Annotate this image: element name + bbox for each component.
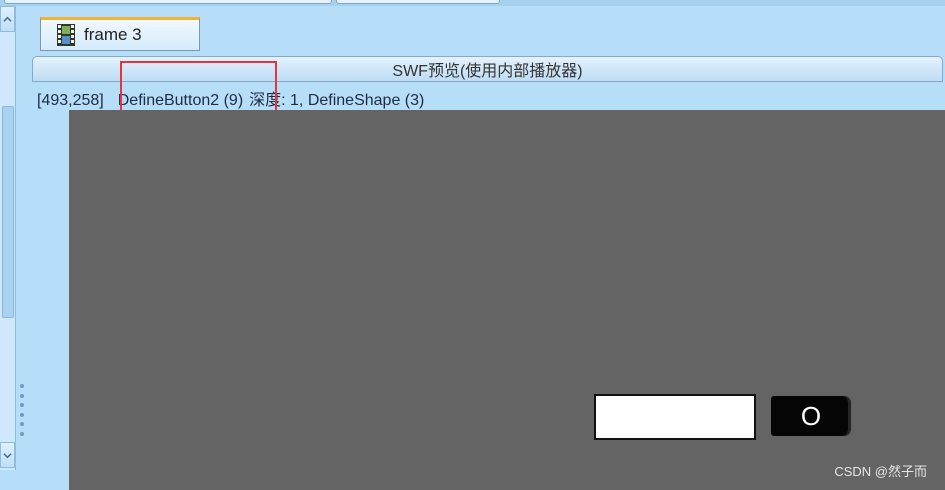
top-tab-left[interactable] [4, 0, 332, 4]
swf-text-input[interactable] [594, 394, 756, 440]
cursor-coordinates: [493,258] [37, 92, 104, 109]
splitter-grip[interactable] [19, 384, 25, 436]
scroll-down-button[interactable] [0, 442, 15, 468]
top-tab-strip [0, 0, 945, 6]
preview-title: SWF预览(使用内部播放器) [392, 63, 583, 80]
scroll-up-button[interactable] [0, 6, 15, 32]
watermark: CSDN @然子而 [834, 464, 927, 479]
frame-tab[interactable]: frame 3 [40, 17, 200, 51]
swf-preview-canvas[interactable]: O CSDN @然子而 [69, 110, 945, 490]
swf-o-button-label: O [800, 400, 822, 431]
chevron-down-icon [3, 452, 12, 458]
film-icon [57, 24, 75, 46]
scroll-thumb[interactable] [2, 106, 14, 318]
vertical-scrollbar[interactable] [0, 6, 16, 470]
swf-preview-window: frame 3 SWF预览(使用内部播放器) [493,258] DefineBu… [0, 0, 945, 490]
frame-tab-label: frame 3 [84, 25, 142, 44]
swf-o-button[interactable]: O [771, 396, 851, 436]
chevron-up-icon [3, 16, 12, 22]
top-tab-right[interactable] [336, 0, 500, 4]
